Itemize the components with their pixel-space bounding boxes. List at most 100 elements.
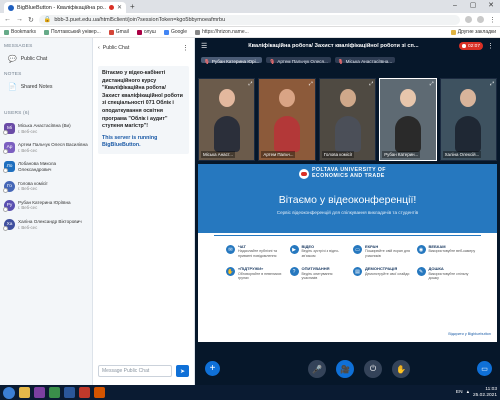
talking-indicator[interactable]: 🎙 Рубан Катерина Юрі... [201, 57, 263, 64]
options-menu-icon[interactable]: ⋮ [487, 42, 494, 50]
leave-audio-button[interactable]: ⏻ [364, 360, 382, 378]
send-message-button[interactable]: ➤ [176, 365, 189, 377]
close-window-button[interactable]: ✕ [482, 0, 500, 12]
bookmark-item[interactable]: Google [163, 29, 187, 35]
explorer-icon[interactable] [19, 387, 30, 398]
feature-item: ✎ ДОШКА Використовуйте спільну дошку [416, 266, 477, 280]
bookmark-item[interactable]: олуш [136, 29, 156, 35]
feature-icon: ✉ [226, 245, 235, 254]
recording-indicator[interactable]: 02:07 [459, 42, 483, 50]
participant-body [274, 116, 301, 152]
feature-icon: ▶ [289, 245, 299, 254]
start-button[interactable] [3, 386, 15, 399]
talking-indicator[interactable]: 🎙 Міська Анастасіївна... [334, 57, 396, 64]
user-list-item[interactable]: Ло Лобанова Микола Олександрович [0, 157, 93, 176]
tab-title: BigBlueButton - Кваліфікаційна ро... [17, 4, 106, 11]
network-icon[interactable]: ▴ [467, 390, 469, 395]
app-icon[interactable] [79, 387, 90, 398]
video-tile[interactable]: ⤢ Рубан Катерин... [379, 78, 437, 161]
fullscreen-icon[interactable]: ⤢ [248, 81, 252, 87]
app-icon[interactable] [94, 387, 105, 398]
hide-chat-icon[interactable]: ‹ [98, 45, 100, 51]
avatar: Ру [3, 199, 15, 212]
feature-item: ◉ ВЕБКАМ Використовуйте веб-камеру [416, 244, 477, 258]
video-label: Міська Анаст... [201, 151, 235, 158]
feature-item: ▭ ЕКРАН Поширюйте свій екран для учасників [353, 244, 413, 258]
audio-status-icon [3, 130, 8, 135]
forward-icon[interactable]: → [16, 16, 23, 23]
presentation-toggle-button[interactable]: ▭ [477, 361, 492, 376]
microphone-button[interactable]: 🎤 [308, 360, 326, 378]
audio-status-icon [3, 206, 8, 212]
video-tile[interactable]: ⤢ Артем Пальч... [258, 78, 316, 161]
notes-icon: 📄 [8, 84, 17, 91]
video-label: Халіна Олексій... [442, 151, 482, 158]
public-chat-link[interactable]: 💬 Public Chat [0, 52, 92, 66]
shared-notes-link[interactable]: 📄 Shared Notes [0, 80, 92, 94]
browser-tab[interactable]: BigBlueButton - Кваліфікаційна ро... ✕ [4, 2, 126, 13]
logo-symbol-icon [299, 168, 309, 179]
user-list-item[interactable]: Ру Рубан Катерина Юріївна г. Веб-сес [0, 196, 93, 215]
user-list-item[interactable]: Мі Міська Анастасіївна (Ви) г. Веб-сес [0, 119, 93, 138]
fullscreen-icon[interactable]: ⤢ [309, 81, 313, 87]
video-tile[interactable]: ⤢ Міська Анаст... [198, 78, 256, 161]
address-bar: ← → ↻ 🔒 bbb-3.puet.edu.ua/html5client/jo… [0, 13, 500, 27]
close-tab-icon[interactable]: ✕ [117, 4, 122, 11]
camera-button[interactable]: 🎥 [336, 360, 354, 378]
record-icon [462, 44, 466, 48]
slide-divider [214, 235, 481, 236]
feature-text: Ведіть зустрічі з відео-зв'язком [301, 249, 340, 258]
media-player-icon[interactable] [34, 387, 45, 398]
slide-footer-link[interactable]: Відкрити у Bigbluebutton [448, 332, 491, 336]
language-indicator[interactable]: EN [456, 390, 463, 395]
bookmark-item[interactable]: Gmail [108, 29, 129, 35]
phone-icon: ⏻ [369, 364, 377, 373]
user-list-item[interactable]: Ар Артем Пальчук Олеся Василівна г. Веб-се… [0, 138, 93, 157]
chat-message-input[interactable]: Message Public Chat [98, 365, 172, 377]
user-list-item[interactable]: Го Голова комісії г. Веб-сес [0, 177, 93, 196]
clock[interactable]: 11:03 25.02.2021 [473, 387, 497, 398]
video-tile[interactable]: ⤢ Голова комісії [318, 78, 377, 161]
chat-options-icon[interactable]: ⋮ [182, 44, 189, 52]
user-name: Голова комісії г. Веб-сес [18, 180, 48, 192]
maximize-button[interactable]: ▢ [464, 0, 482, 12]
meeting-title: Кваліфікаційна робота/ Захист кваліфікац… [248, 43, 419, 49]
chat-panel: ‹ Public Chat ⋮ Вітаємо у відео-кабінеті… [93, 38, 195, 385]
menu-icon[interactable]: ⋮ [489, 16, 496, 24]
feature-item: ▶ ВІДЕО Ведіть зустрічі з відео-зв'язком [289, 244, 350, 258]
reload-icon[interactable]: ↻ [28, 16, 34, 24]
feature-item: ✋ «ПІДТРУЖИ» Обговорюйте в невеликих група… [226, 266, 286, 280]
new-tab-button[interactable]: + [130, 2, 135, 11]
bookmark-item[interactable]: Полтавський універ... [44, 29, 101, 35]
user-list-item[interactable]: Ха Халіна Олександр Вікторович г. Веб-сес [0, 215, 93, 234]
recording-dot-icon [108, 5, 114, 10]
extension-icon[interactable] [465, 16, 472, 23]
feature-icon: ✋ [226, 267, 235, 277]
chrome-icon[interactable] [49, 387, 60, 398]
url-input[interactable]: 🔒 bbb-3.puet.edu.ua/html5client/join?ses… [38, 14, 460, 25]
bookmark-item[interactable]: Bookmarks [4, 29, 36, 35]
minimize-button[interactable]: – [446, 0, 464, 12]
feature-icon: ▤ [353, 267, 362, 277]
user-name: Артем Пальчук Олеся Василівна г. Веб-сес [18, 142, 88, 153]
gmail-icon [108, 29, 114, 35]
fullscreen-icon[interactable]: ⤢ [490, 81, 494, 87]
user-sub: г. Веб-сес [18, 147, 38, 153]
video-tile[interactable]: ⤢ Халіна Олексій... [439, 78, 498, 161]
users-toggle-icon[interactable]: ☰ [201, 42, 207, 50]
word-icon[interactable] [64, 387, 75, 398]
back-icon[interactable]: ← [4, 16, 11, 23]
talking-indicator[interactable]: 🎙 Артем Пальчук Олеся... [266, 57, 331, 64]
raise-hand-button[interactable]: ✋ [392, 360, 410, 378]
user-sub: г. Веб-сес [18, 186, 38, 192]
favicon-icon [8, 4, 14, 11]
bookmark-item[interactable]: https://hrizon.name... [195, 29, 249, 35]
actions-button[interactable]: + [205, 361, 220, 376]
profile-icon[interactable] [477, 16, 484, 23]
fullscreen-icon[interactable]: ⤢ [369, 81, 373, 87]
send-icon: ➤ [179, 368, 186, 375]
video-label: Артем Пальч... [261, 151, 296, 158]
fullscreen-icon[interactable]: ⤢ [430, 81, 434, 87]
chat-icon: 💬 [8, 56, 17, 63]
other-bookmarks[interactable]: Другие закладки [450, 29, 496, 35]
